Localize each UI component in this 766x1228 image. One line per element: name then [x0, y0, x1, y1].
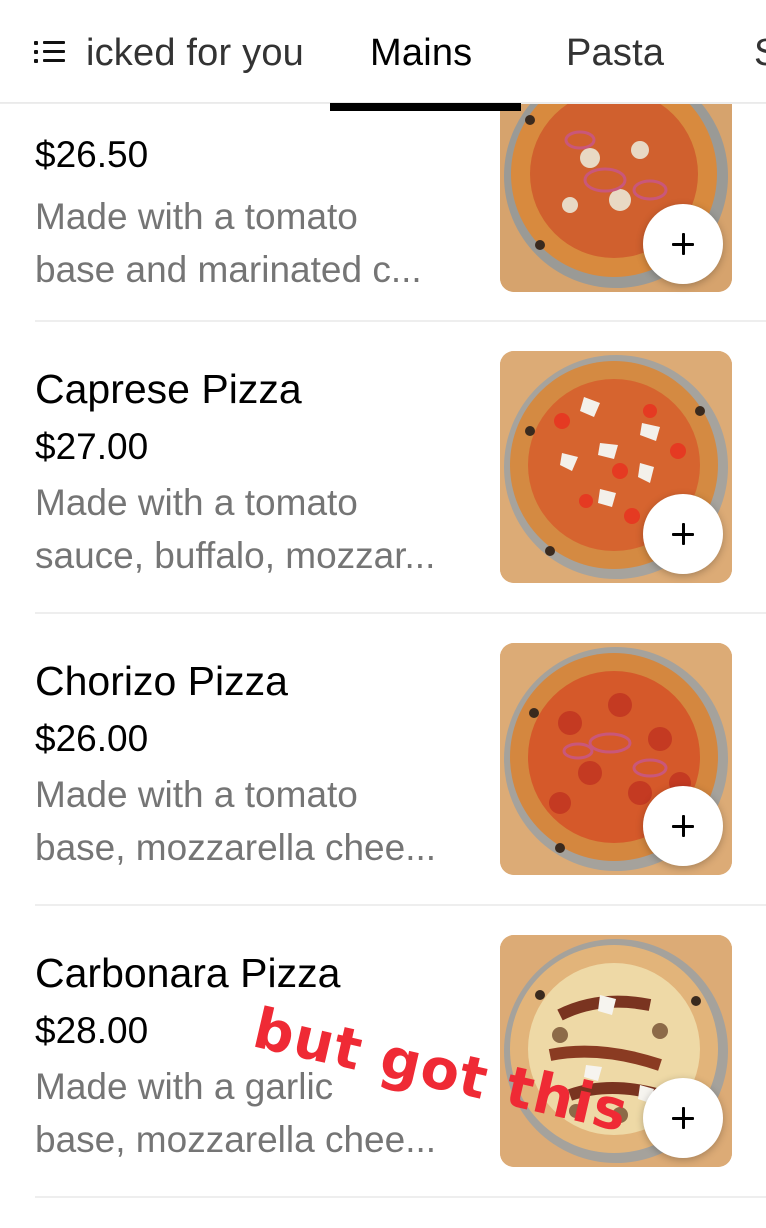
item-price: $26.50: [35, 134, 149, 175]
divider: [35, 904, 766, 906]
item-name: Chorizo Pizza: [35, 658, 288, 704]
plus-icon: [672, 523, 694, 545]
tab-next[interactable]: S: [754, 30, 766, 76]
plus-icon: [672, 815, 694, 837]
item-price: $27.00: [35, 426, 149, 467]
tab-picked-for-you[interactable]: Picked for you: [84, 30, 304, 76]
divider: [35, 1196, 766, 1198]
add-to-cart-button[interactable]: [643, 1078, 723, 1158]
add-to-cart-button[interactable]: [643, 494, 723, 574]
plus-icon: [672, 233, 694, 255]
divider: [35, 612, 766, 614]
divider: [35, 320, 766, 322]
plus-icon: [672, 1107, 694, 1129]
list-menu-icon[interactable]: [34, 38, 68, 68]
item-name: Carbonara Pizza: [35, 950, 341, 996]
item-price: $28.00: [35, 1010, 149, 1051]
item-description: Made with a tomato base, mozzarella chee…: [35, 774, 437, 868]
tab-pasta[interactable]: Pasta: [566, 30, 664, 76]
active-tab-indicator: [330, 103, 521, 111]
tab-mains[interactable]: Mains: [370, 30, 472, 76]
item-name: Caprese Pizza: [35, 366, 302, 412]
add-to-cart-button[interactable]: [643, 786, 723, 866]
menu-list: $26.50 Made with a tomato base and marin…: [0, 0, 766, 1200]
add-to-cart-button[interactable]: [643, 204, 723, 284]
category-tab-bar: Picked for you Mains Pasta S: [0, 0, 766, 104]
item-description: Made with a tomato base and marinated c.…: [35, 196, 422, 290]
item-description: Made with a tomato sauce, buffalo, mozza…: [35, 482, 436, 576]
item-price: $26.00: [35, 718, 149, 759]
